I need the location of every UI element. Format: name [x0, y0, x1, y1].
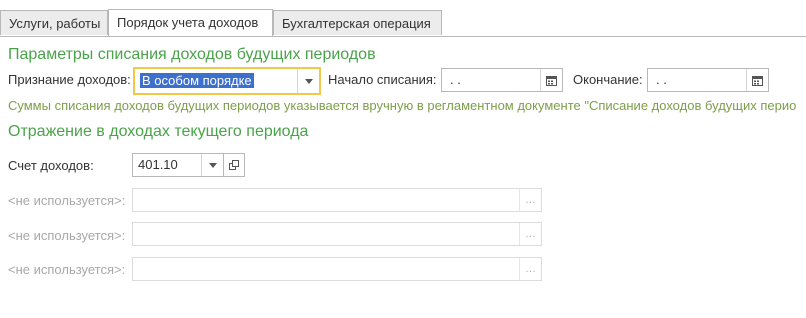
recognition-select[interactable]: В особом порядке — [133, 67, 321, 95]
start-date-input[interactable]: . . — [441, 68, 563, 92]
income-account-value: 401.10 — [138, 157, 178, 172]
income-account-label: Счет доходов: — [8, 158, 94, 173]
end-label: Окончание: — [573, 72, 643, 87]
ellipsis-icon[interactable]: … — [519, 258, 541, 280]
tab-services[interactable]: Услуги, работы — [0, 10, 108, 35]
unused-input-1[interactable]: … — [132, 188, 542, 212]
unused-label-2: <не используется>: — [8, 228, 126, 243]
chevron-down-icon[interactable] — [201, 154, 223, 176]
income-account-input[interactable]: 401.10 — [132, 153, 224, 177]
unused-input-2[interactable]: … — [132, 222, 542, 246]
calendar-icon[interactable] — [746, 69, 768, 91]
chevron-down-icon[interactable] — [297, 69, 319, 93]
start-label: Начало списания: — [328, 72, 437, 87]
write-off-hint: Суммы списания доходов будущих периодов … — [8, 98, 797, 113]
start-date-value: . . — [450, 72, 461, 87]
tab-accounting-operation[interactable]: Бухгалтерская операция — [273, 10, 442, 35]
current-income-section-title: Отражение в доходах текущего периода — [8, 123, 309, 140]
end-date-input[interactable]: . . — [647, 68, 769, 92]
ellipsis-icon[interactable]: … — [519, 189, 541, 211]
recognition-value: В особом порядке — [140, 73, 254, 88]
unused-label-1: <не используется>: — [8, 193, 126, 208]
ellipsis-icon[interactable]: … — [519, 223, 541, 245]
open-icon[interactable] — [223, 153, 245, 177]
unused-label-3: <не используется>: — [8, 262, 126, 277]
tab-income-accounting[interactable]: Порядок учета доходов — [108, 9, 273, 36]
future-income-section-title: Параметры списания доходов будущих перио… — [8, 46, 376, 63]
unused-input-3[interactable]: … — [132, 257, 542, 281]
end-date-value: . . — [656, 72, 667, 87]
form-root: Услуги, работы Порядок учета доходов Бух… — [0, 0, 806, 318]
calendar-icon[interactable] — [540, 69, 562, 91]
tab-bar: Услуги, работы Порядок учета доходов Бух… — [0, 9, 806, 37]
recognition-label: Признание доходов: — [8, 72, 131, 87]
